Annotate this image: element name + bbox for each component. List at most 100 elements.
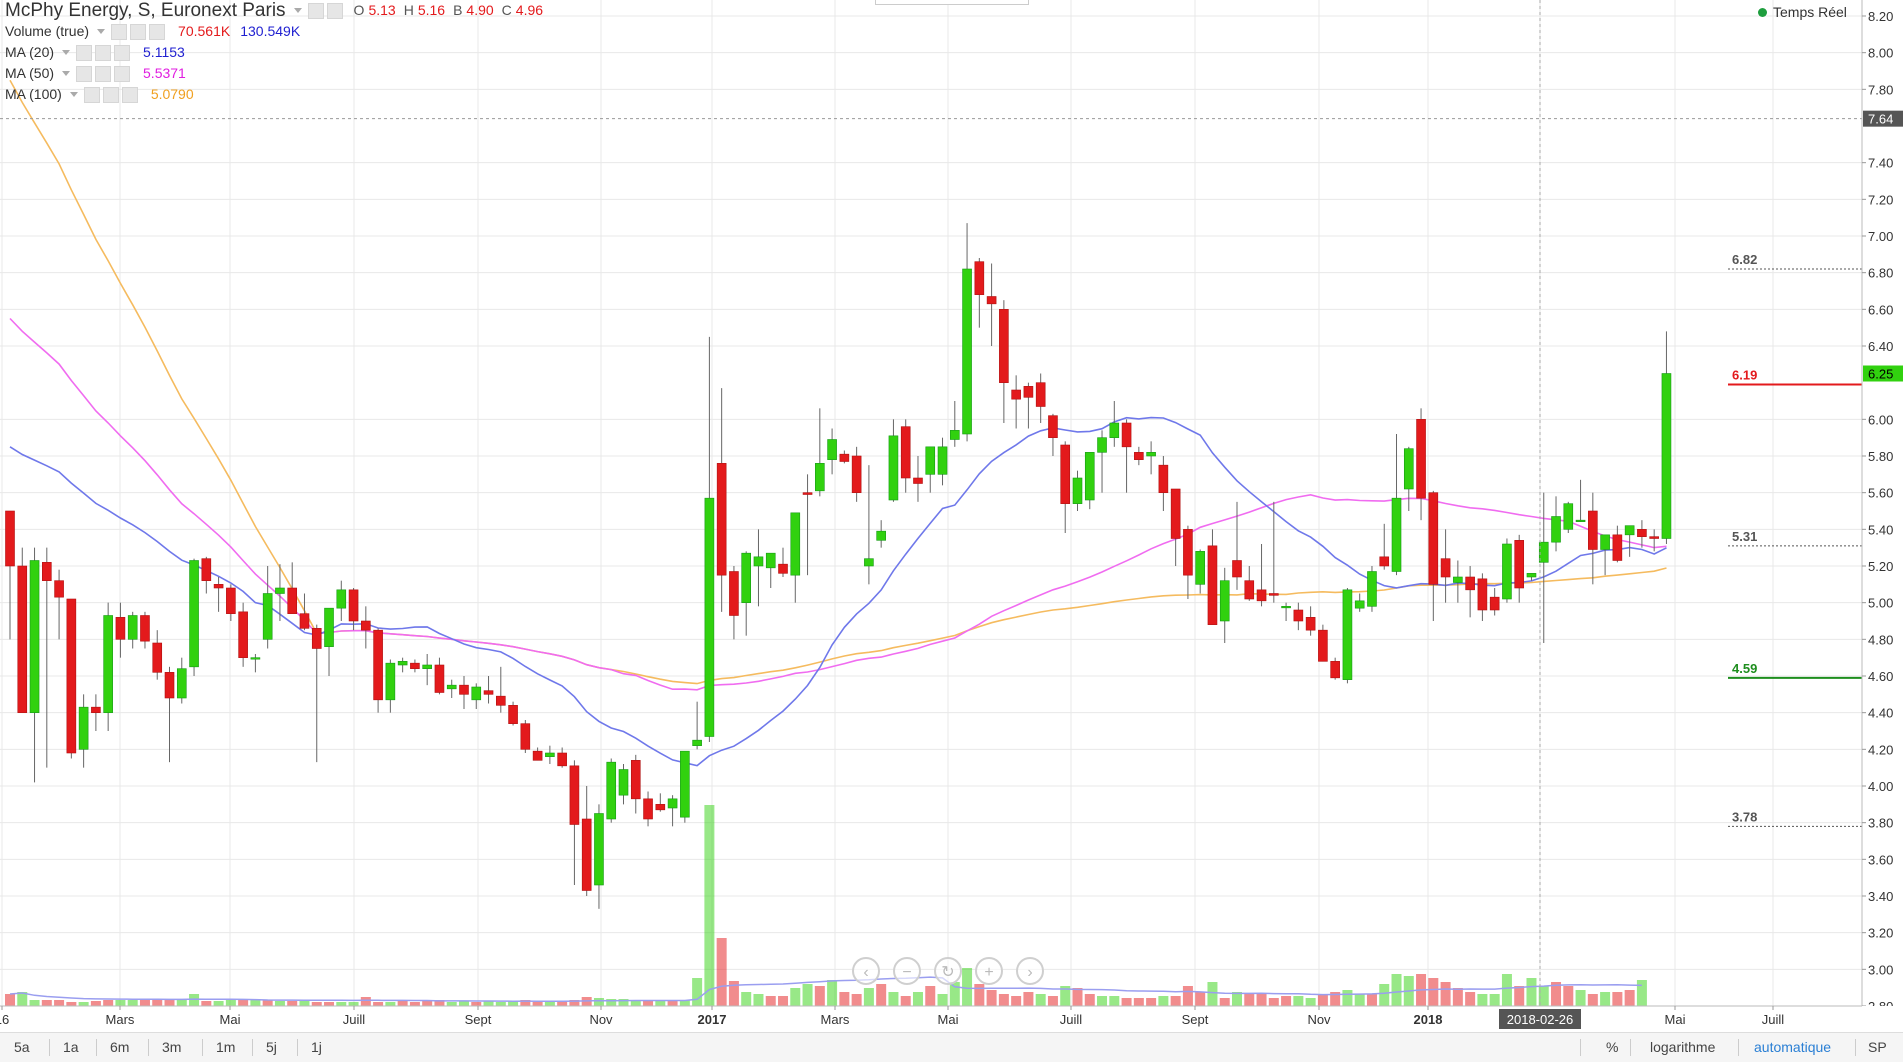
- settings-icon[interactable]: [95, 44, 112, 61]
- candle[interactable]: [397, 661, 408, 666]
- period-button-1j[interactable]: 1j: [311, 1039, 322, 1055]
- candle[interactable]: [1453, 576, 1463, 583]
- candle[interactable]: [1134, 452, 1144, 460]
- candle[interactable]: [275, 587, 285, 594]
- candle[interactable]: [361, 620, 371, 631]
- candle[interactable]: [851, 455, 862, 493]
- candle[interactable]: [1428, 492, 1439, 585]
- candle[interactable]: [630, 760, 641, 800]
- candle[interactable]: [704, 497, 715, 737]
- candle[interactable]: [741, 552, 752, 603]
- candle[interactable]: [471, 686, 482, 701]
- period-button-1a[interactable]: 1a: [63, 1039, 79, 1055]
- title-dropdown-icon[interactable]: [293, 8, 302, 13]
- candle[interactable]: [1379, 556, 1390, 567]
- candle[interactable]: [385, 662, 396, 701]
- candle[interactable]: [1538, 541, 1549, 563]
- candle[interactable]: [618, 769, 629, 796]
- candle[interactable]: [1588, 510, 1598, 550]
- candle[interactable]: [1084, 452, 1095, 501]
- candle[interactable]: [557, 752, 567, 767]
- indicator-label[interactable]: MA (100): [5, 84, 62, 105]
- candle[interactable]: [1256, 589, 1267, 602]
- close-icon[interactable]: [114, 65, 131, 82]
- candle[interactable]: [1305, 617, 1316, 631]
- candle[interactable]: [790, 512, 801, 576]
- candle[interactable]: [1183, 529, 1193, 576]
- candle[interactable]: [164, 672, 175, 699]
- candle[interactable]: [1318, 629, 1328, 662]
- candle[interactable]: [545, 752, 555, 757]
- candle[interactable]: [1109, 422, 1120, 438]
- candle[interactable]: [1342, 589, 1353, 680]
- candle[interactable]: [1489, 596, 1500, 611]
- eye-icon[interactable]: [76, 65, 93, 82]
- candle[interactable]: [54, 580, 64, 598]
- scroll-left-icon[interactable]: ‹: [852, 957, 880, 985]
- candle[interactable]: [974, 261, 985, 295]
- candle[interactable]: [1219, 580, 1230, 622]
- candle[interactable]: [1354, 600, 1365, 609]
- candle[interactable]: [815, 463, 825, 492]
- candle[interactable]: [262, 593, 273, 640]
- candle[interactable]: [1158, 464, 1169, 493]
- candle[interactable]: [17, 565, 28, 713]
- period-button-3m[interactable]: 3m: [162, 1039, 181, 1055]
- candle[interactable]: [520, 723, 531, 750]
- reset-zoom-icon[interactable]: ↻: [934, 957, 962, 985]
- indicator-label[interactable]: MA (50): [5, 63, 54, 84]
- settings-icon[interactable]: [130, 23, 147, 40]
- candle[interactable]: [1097, 437, 1107, 453]
- candle[interactable]: [495, 695, 506, 706]
- zoom-out-icon[interactable]: −: [893, 957, 921, 985]
- candle[interactable]: [962, 268, 972, 435]
- candle[interactable]: [1649, 536, 1659, 539]
- zoom-in-icon[interactable]: +: [975, 957, 1003, 985]
- auto-scale-button[interactable]: automatique: [1754, 1039, 1831, 1055]
- candle[interactable]: [78, 706, 89, 750]
- candle[interactable]: [606, 761, 617, 820]
- candle[interactable]: [876, 530, 886, 541]
- period-button-1m[interactable]: 1m: [216, 1039, 235, 1055]
- candle[interactable]: [999, 309, 1009, 383]
- candle[interactable]: [176, 668, 187, 699]
- candle[interactable]: [422, 664, 432, 669]
- candle[interactable]: [5, 510, 15, 567]
- candle[interactable]: [1207, 545, 1218, 625]
- candle[interactable]: [250, 657, 261, 660]
- chart-top-tab[interactable]: [875, 0, 1029, 5]
- candle[interactable]: [1023, 386, 1034, 398]
- candle[interactable]: [1637, 529, 1647, 537]
- eye-icon[interactable]: [83, 86, 100, 103]
- candle[interactable]: [913, 477, 923, 484]
- candle[interactable]: [925, 446, 936, 475]
- candle[interactable]: [348, 589, 359, 622]
- period-button-5j[interactable]: 5j: [266, 1039, 277, 1055]
- candle[interactable]: [483, 690, 494, 695]
- candle[interactable]: [1612, 534, 1623, 561]
- candle[interactable]: [1526, 573, 1537, 578]
- indicator-dropdown-icon[interactable]: [62, 71, 71, 76]
- candle[interactable]: [1551, 516, 1561, 543]
- candle[interactable]: [827, 439, 837, 460]
- indicator-dropdown-icon[interactable]: [62, 50, 71, 55]
- candle[interactable]: [213, 584, 224, 589]
- percent-button[interactable]: %: [1606, 1039, 1618, 1055]
- candle[interactable]: [1269, 593, 1279, 596]
- symbol-title[interactable]: McPhy Energy, S, Euronext Paris: [5, 0, 286, 21]
- candle[interactable]: [1011, 389, 1021, 400]
- candle[interactable]: [299, 613, 310, 629]
- candle[interactable]: [569, 765, 580, 825]
- candle[interactable]: [1477, 578, 1488, 611]
- candle[interactable]: [778, 563, 788, 574]
- candle[interactable]: [594, 813, 604, 886]
- candle[interactable]: [765, 552, 776, 569]
- candle[interactable]: [986, 296, 997, 305]
- candle[interactable]: [716, 463, 727, 576]
- candle[interactable]: [127, 615, 138, 640]
- candle[interactable]: [1244, 580, 1255, 600]
- log-scale-button[interactable]: logarithme: [1650, 1039, 1715, 1055]
- candle[interactable]: [1624, 525, 1635, 536]
- candle[interactable]: [287, 587, 298, 614]
- candle[interactable]: [1232, 560, 1242, 578]
